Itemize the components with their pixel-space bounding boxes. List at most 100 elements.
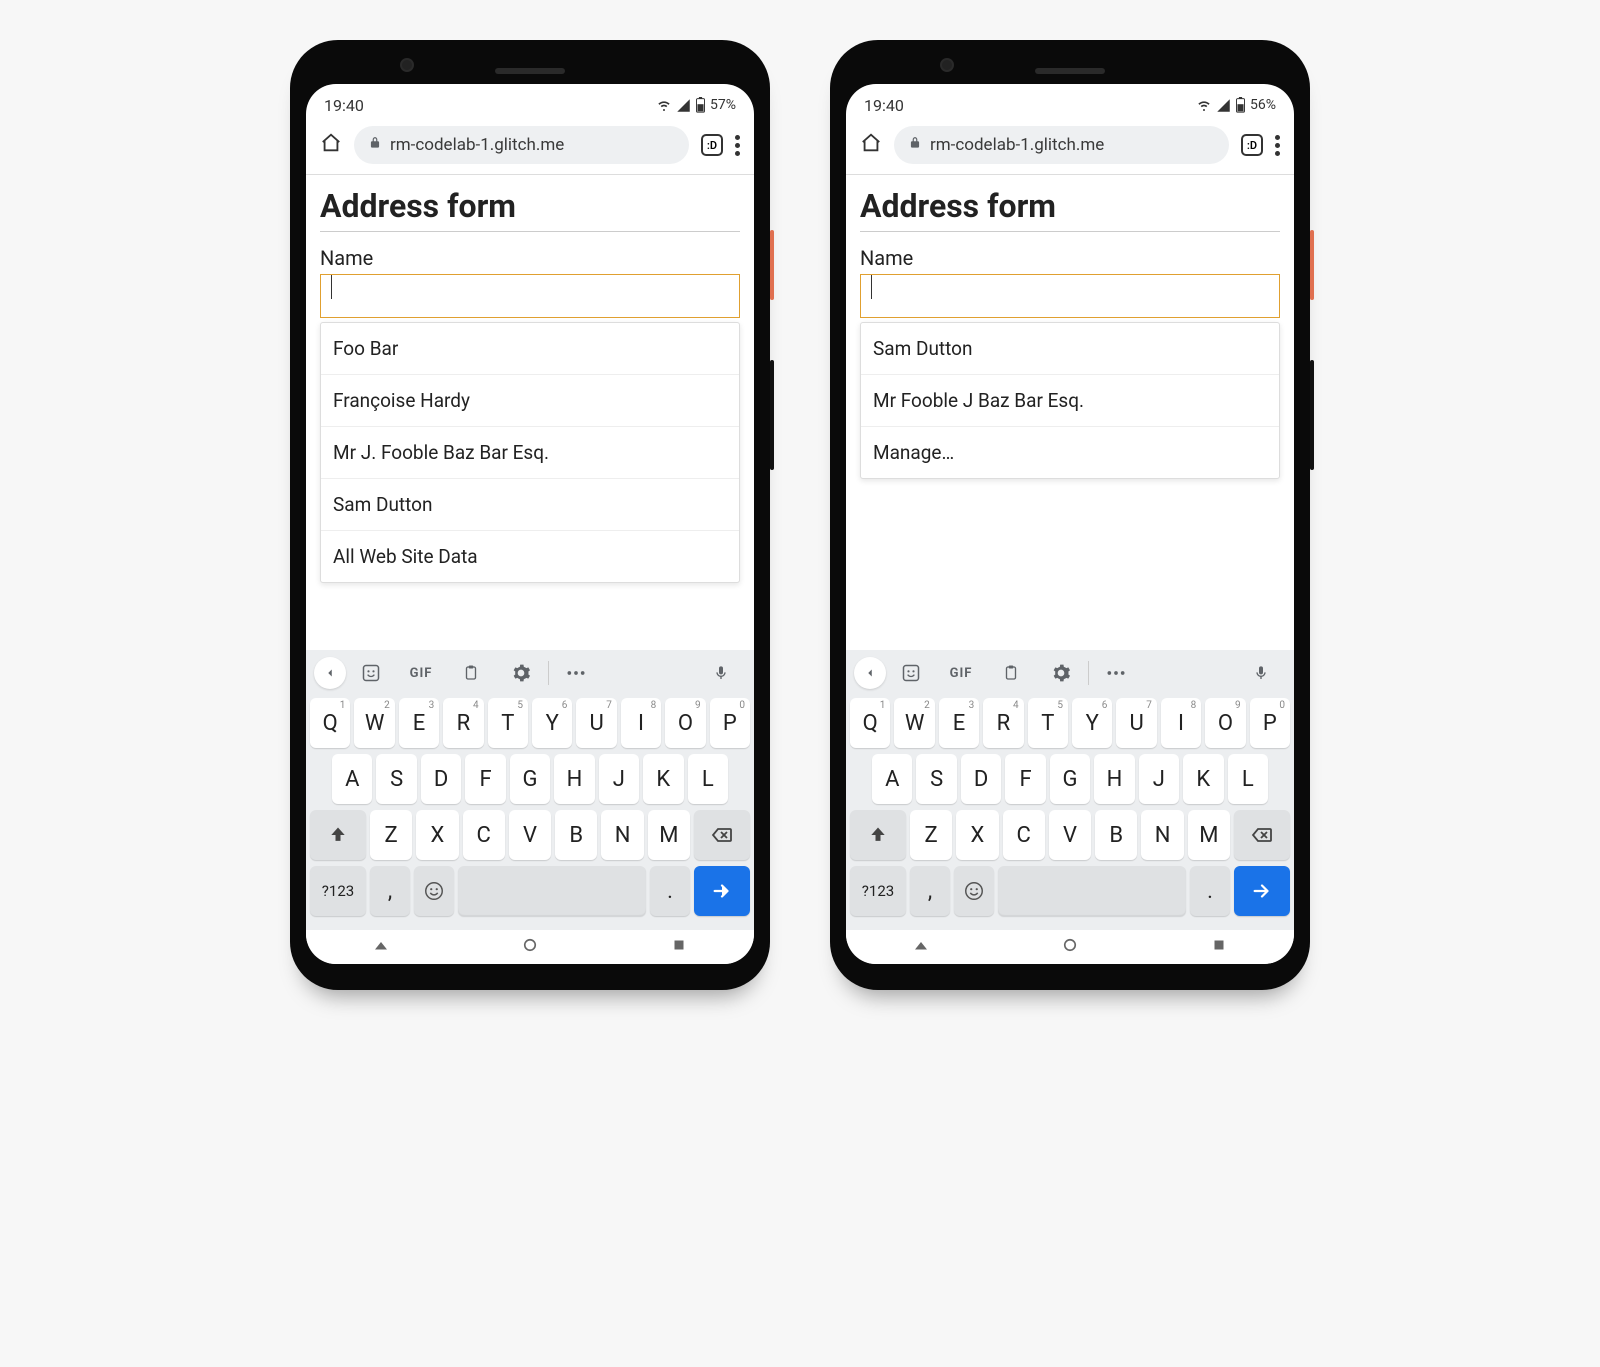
recents-nav-icon[interactable] (1210, 936, 1228, 958)
gif-button[interactable]: GIF (936, 655, 986, 691)
letter-key[interactable]: L (1228, 754, 1268, 804)
home-icon[interactable] (320, 132, 342, 158)
letter-key[interactable]: X (956, 810, 998, 860)
period-key[interactable]: . (1190, 866, 1230, 916)
recents-nav-icon[interactable] (670, 936, 688, 958)
letter-key[interactable]: S (916, 754, 956, 804)
volume-button[interactable] (1310, 360, 1314, 470)
enter-key[interactable] (694, 866, 750, 916)
autofill-item[interactable]: Sam Dutton (321, 479, 739, 531)
autofill-item[interactable]: Sam Dutton (861, 323, 1279, 375)
letter-key[interactable]: H (1094, 754, 1134, 804)
backspace-key[interactable] (1234, 810, 1290, 860)
back-nav-icon[interactable] (372, 936, 390, 958)
period-key[interactable]: . (650, 866, 690, 916)
letter-key[interactable]: C (1003, 810, 1045, 860)
collapse-icon[interactable] (314, 657, 346, 689)
name-input[interactable] (860, 274, 1280, 318)
shift-key[interactable] (310, 810, 366, 860)
letter-key[interactable]: H (554, 754, 594, 804)
letter-key[interactable]: Q1 (850, 698, 890, 748)
letter-key[interactable]: B (1095, 810, 1137, 860)
autofill-item[interactable]: All Web Site Data (321, 531, 739, 582)
letter-key[interactable]: S (376, 754, 416, 804)
tabs-button[interactable]: :D (1241, 134, 1263, 156)
emoji-key[interactable] (954, 866, 994, 916)
letter-key[interactable]: F (1005, 754, 1045, 804)
letter-key[interactable]: U7 (576, 698, 616, 748)
url-bar[interactable]: rm-codelab-1.glitch.me (894, 126, 1229, 164)
backspace-key[interactable] (694, 810, 750, 860)
letter-key[interactable]: W2 (894, 698, 934, 748)
comma-key[interactable]: , (370, 866, 410, 916)
letter-key[interactable]: Y6 (532, 698, 572, 748)
letter-key[interactable]: U7 (1116, 698, 1156, 748)
sticker-icon[interactable] (886, 655, 936, 691)
gif-button[interactable]: GIF (396, 655, 446, 691)
overflow-menu-icon[interactable] (735, 135, 740, 156)
letter-key[interactable]: G (1050, 754, 1090, 804)
letter-key[interactable]: D (421, 754, 461, 804)
autofill-item[interactable]: Foo Bar (321, 323, 739, 375)
letter-key[interactable]: I8 (1161, 698, 1201, 748)
letter-key[interactable]: A (332, 754, 372, 804)
autofill-item[interactable]: Françoise Hardy (321, 375, 739, 427)
autofill-item[interactable]: Manage… (861, 427, 1279, 478)
emoji-key[interactable] (414, 866, 454, 916)
clipboard-icon[interactable] (986, 655, 1036, 691)
letter-key[interactable]: Y6 (1072, 698, 1112, 748)
letter-key[interactable]: T5 (1028, 698, 1068, 748)
settings-icon[interactable] (496, 655, 546, 691)
letter-key[interactable]: E3 (939, 698, 979, 748)
letter-key[interactable]: N (601, 810, 643, 860)
letter-key[interactable]: J (599, 754, 639, 804)
autofill-item[interactable]: Mr J. Fooble Baz Bar Esq. (321, 427, 739, 479)
letter-key[interactable]: K (1183, 754, 1223, 804)
clipboard-icon[interactable] (446, 655, 496, 691)
letter-key[interactable]: Z (910, 810, 952, 860)
name-input[interactable] (320, 274, 740, 318)
home-nav-icon[interactable] (1061, 936, 1079, 958)
letter-key[interactable]: N (1141, 810, 1183, 860)
back-nav-icon[interactable] (912, 936, 930, 958)
home-nav-icon[interactable] (521, 936, 539, 958)
letter-key[interactable]: E3 (399, 698, 439, 748)
tabs-button[interactable]: :D (701, 134, 723, 156)
space-key[interactable] (998, 866, 1186, 916)
power-button[interactable] (1310, 230, 1314, 300)
letter-key[interactable]: J (1139, 754, 1179, 804)
letter-key[interactable]: I8 (621, 698, 661, 748)
settings-icon[interactable] (1036, 655, 1086, 691)
letter-key[interactable]: O9 (665, 698, 705, 748)
letter-key[interactable]: Z (370, 810, 412, 860)
letter-key[interactable]: O9 (1205, 698, 1245, 748)
comma-key[interactable]: , (910, 866, 950, 916)
enter-key[interactable] (1234, 866, 1290, 916)
letter-key[interactable]: Q1 (310, 698, 350, 748)
letter-key[interactable]: A (872, 754, 912, 804)
letter-key[interactable]: K (643, 754, 683, 804)
more-icon[interactable] (551, 655, 601, 691)
shift-key[interactable] (850, 810, 906, 860)
letter-key[interactable]: F (465, 754, 505, 804)
symbols-key[interactable]: ?123 (850, 866, 906, 916)
letter-key[interactable]: B (555, 810, 597, 860)
volume-button[interactable] (770, 360, 774, 470)
home-icon[interactable] (860, 132, 882, 158)
letter-key[interactable]: V (1049, 810, 1091, 860)
mic-icon[interactable] (696, 655, 746, 691)
url-bar[interactable]: rm-codelab-1.glitch.me (354, 126, 689, 164)
letter-key[interactable]: D (961, 754, 1001, 804)
letter-key[interactable]: C (463, 810, 505, 860)
symbols-key[interactable]: ?123 (310, 866, 366, 916)
letter-key[interactable]: W2 (354, 698, 394, 748)
sticker-icon[interactable] (346, 655, 396, 691)
mic-icon[interactable] (1236, 655, 1286, 691)
collapse-icon[interactable] (854, 657, 886, 689)
letter-key[interactable]: P0 (710, 698, 750, 748)
letter-key[interactable]: X (416, 810, 458, 860)
autofill-item[interactable]: Mr Fooble J Baz Bar Esq. (861, 375, 1279, 427)
letter-key[interactable]: P0 (1250, 698, 1290, 748)
power-button[interactable] (770, 230, 774, 300)
more-icon[interactable] (1091, 655, 1141, 691)
